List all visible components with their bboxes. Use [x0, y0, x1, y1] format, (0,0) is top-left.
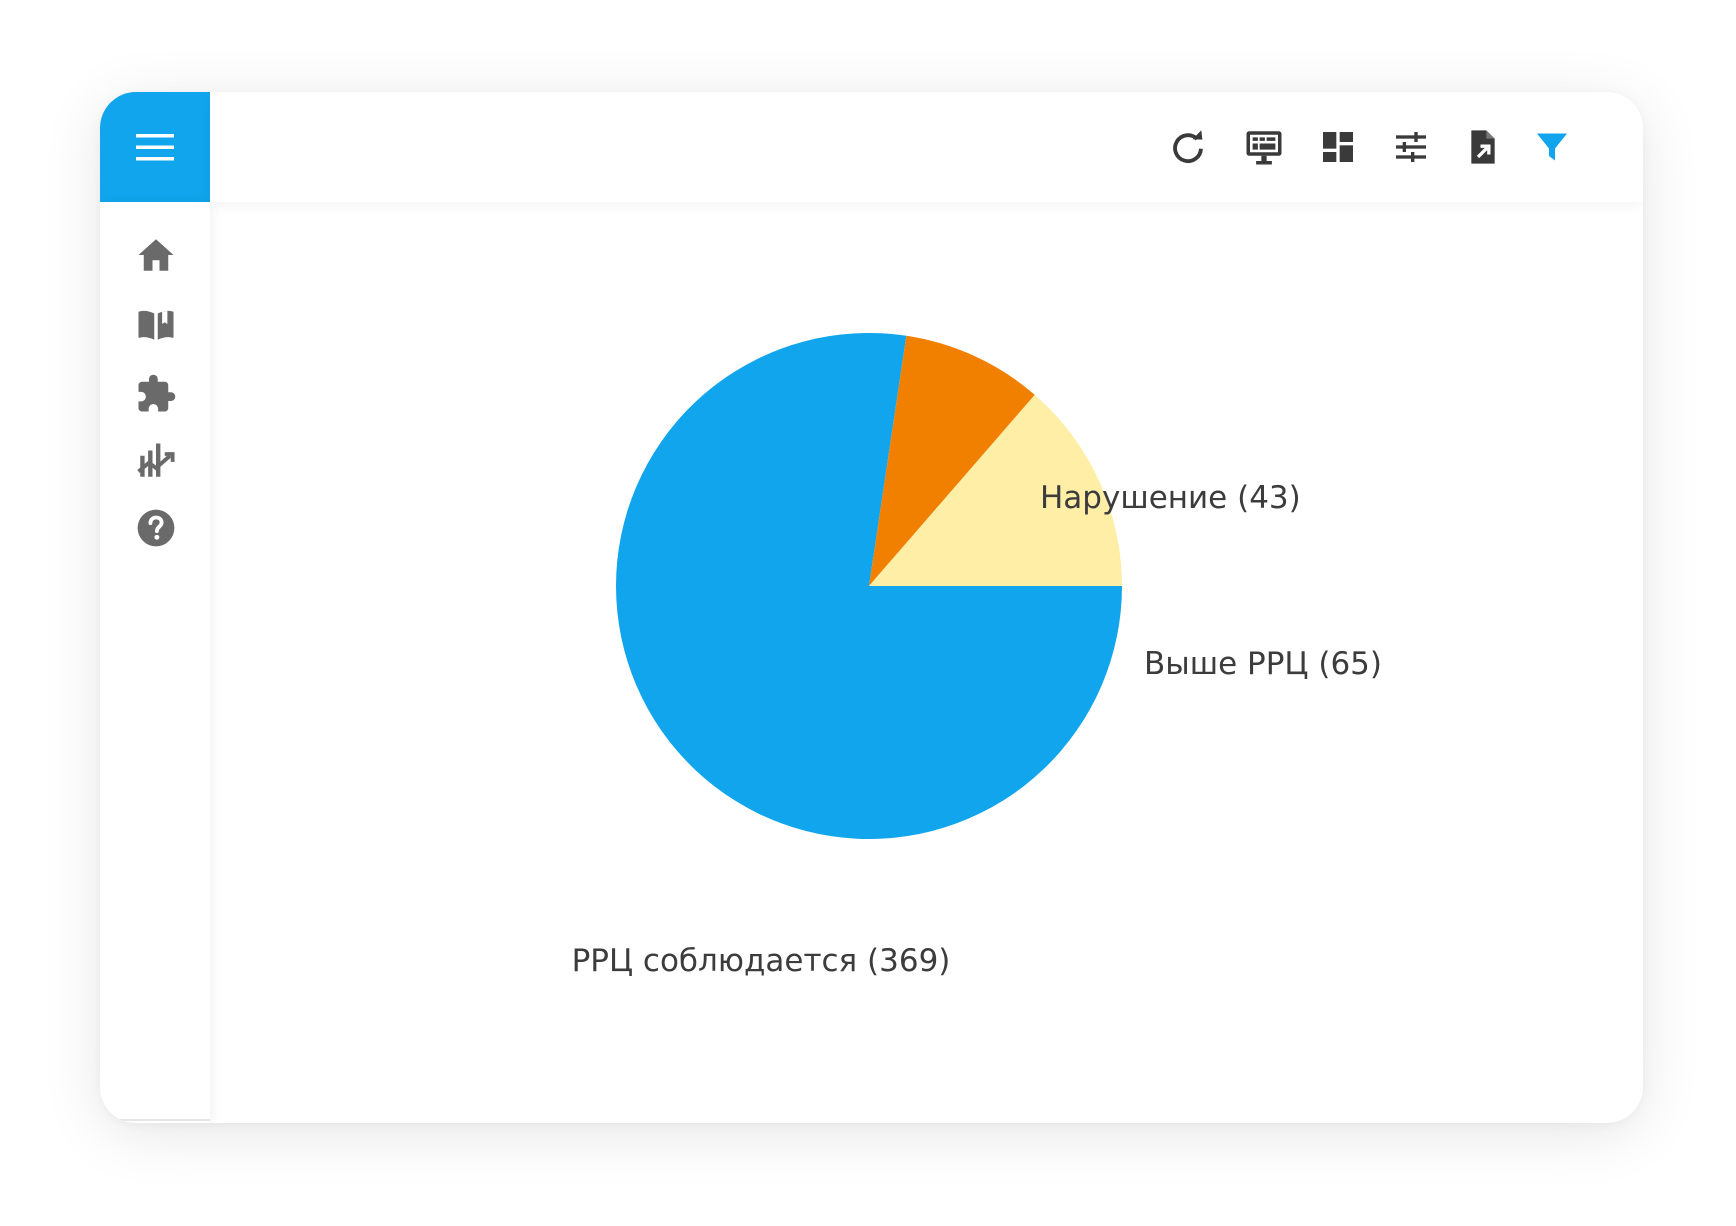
- hamburger-icon: [136, 134, 174, 161]
- book-icon: [138, 310, 174, 340]
- tune-icon: [1396, 132, 1426, 162]
- analytics-icon: [137, 443, 175, 477]
- home-icon: [138, 239, 174, 271]
- monitor-button[interactable]: [1243, 126, 1285, 168]
- refresh-icon: [1173, 130, 1203, 164]
- export-file-icon: [1471, 130, 1495, 164]
- slice-label-compliant: РРЦ соблюдается (369): [572, 943, 951, 979]
- slice-label-above: Выше РРЦ (65): [1144, 646, 1382, 682]
- refresh-button[interactable]: [1167, 126, 1209, 168]
- tune-button[interactable]: [1390, 126, 1432, 168]
- menu-button[interactable]: [100, 92, 210, 202]
- help-icon: [137, 509, 175, 547]
- filter-icon: [1537, 133, 1567, 161]
- filter-button[interactable]: [1531, 126, 1573, 168]
- export-button[interactable]: [1462, 126, 1504, 168]
- sidebar-item-home[interactable]: [135, 234, 177, 276]
- puzzle-icon: [138, 374, 176, 412]
- chart-area: РРЦ соблюдается (369) Нарушение (43) Выш…: [210, 202, 1643, 1123]
- monitor-icon: [1246, 131, 1282, 165]
- app-window: РРЦ соблюдается (369) Нарушение (43) Выш…: [100, 92, 1643, 1123]
- sidebar-divider: [100, 1119, 210, 1121]
- sidebar-item-book[interactable]: [135, 303, 177, 345]
- sidebar-item-extensions[interactable]: [135, 373, 177, 415]
- sidebar-item-analytics[interactable]: [135, 440, 177, 482]
- slice-label-violation: Нарушение (43): [1040, 480, 1301, 516]
- top-bar: [210, 92, 1643, 202]
- sidebar: [100, 202, 210, 1123]
- pie-chart: РРЦ соблюдается (369) Нарушение (43) Выш…: [572, 333, 1382, 979]
- dashboard-icon: [1323, 132, 1353, 162]
- dashboard-button[interactable]: [1317, 126, 1359, 168]
- sidebar-item-help[interactable]: [135, 507, 177, 549]
